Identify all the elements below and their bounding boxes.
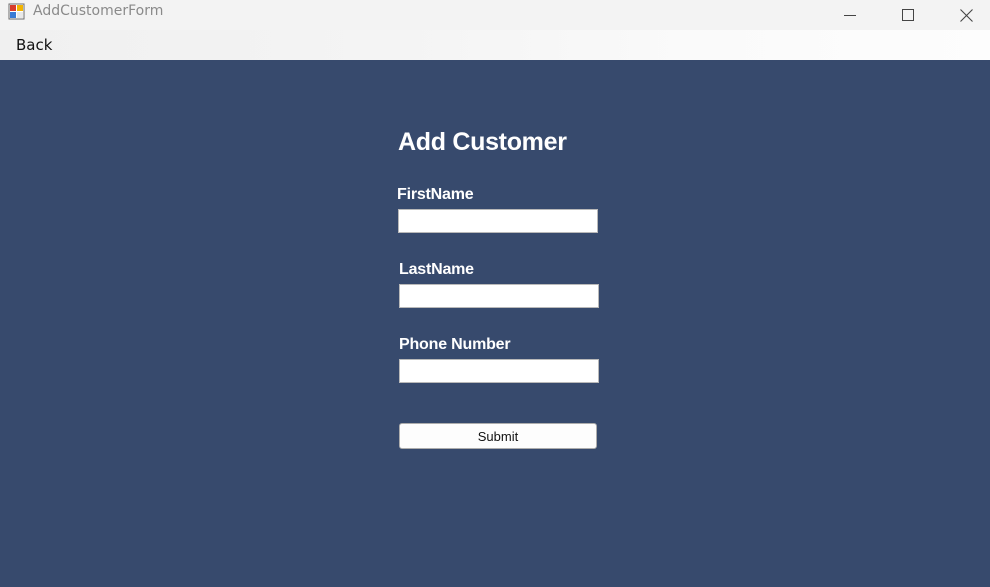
maximize-icon [902,9,914,21]
phone-number-field[interactable] [399,359,599,383]
close-icon [959,8,973,22]
minimize-icon [844,15,856,16]
submit-button[interactable]: Submit [399,423,597,449]
last-name-label: LastName [399,261,474,278]
menu-bar: Back [0,30,990,60]
first-name-field[interactable] [398,209,598,233]
maximize-button[interactable] [879,0,937,30]
first-name-label: FirstName [397,186,474,203]
form-title: Add Customer [398,128,567,156]
last-name-field[interactable] [399,284,599,308]
close-button[interactable] [937,0,990,30]
minimize-button[interactable] [821,0,879,30]
title-bar: AddCustomerForm [0,0,990,30]
menu-item-back[interactable]: Back [9,35,59,55]
app-icon [8,3,25,20]
phone-number-label: Phone Number [399,336,511,353]
window-title: AddCustomerForm [33,3,164,19]
